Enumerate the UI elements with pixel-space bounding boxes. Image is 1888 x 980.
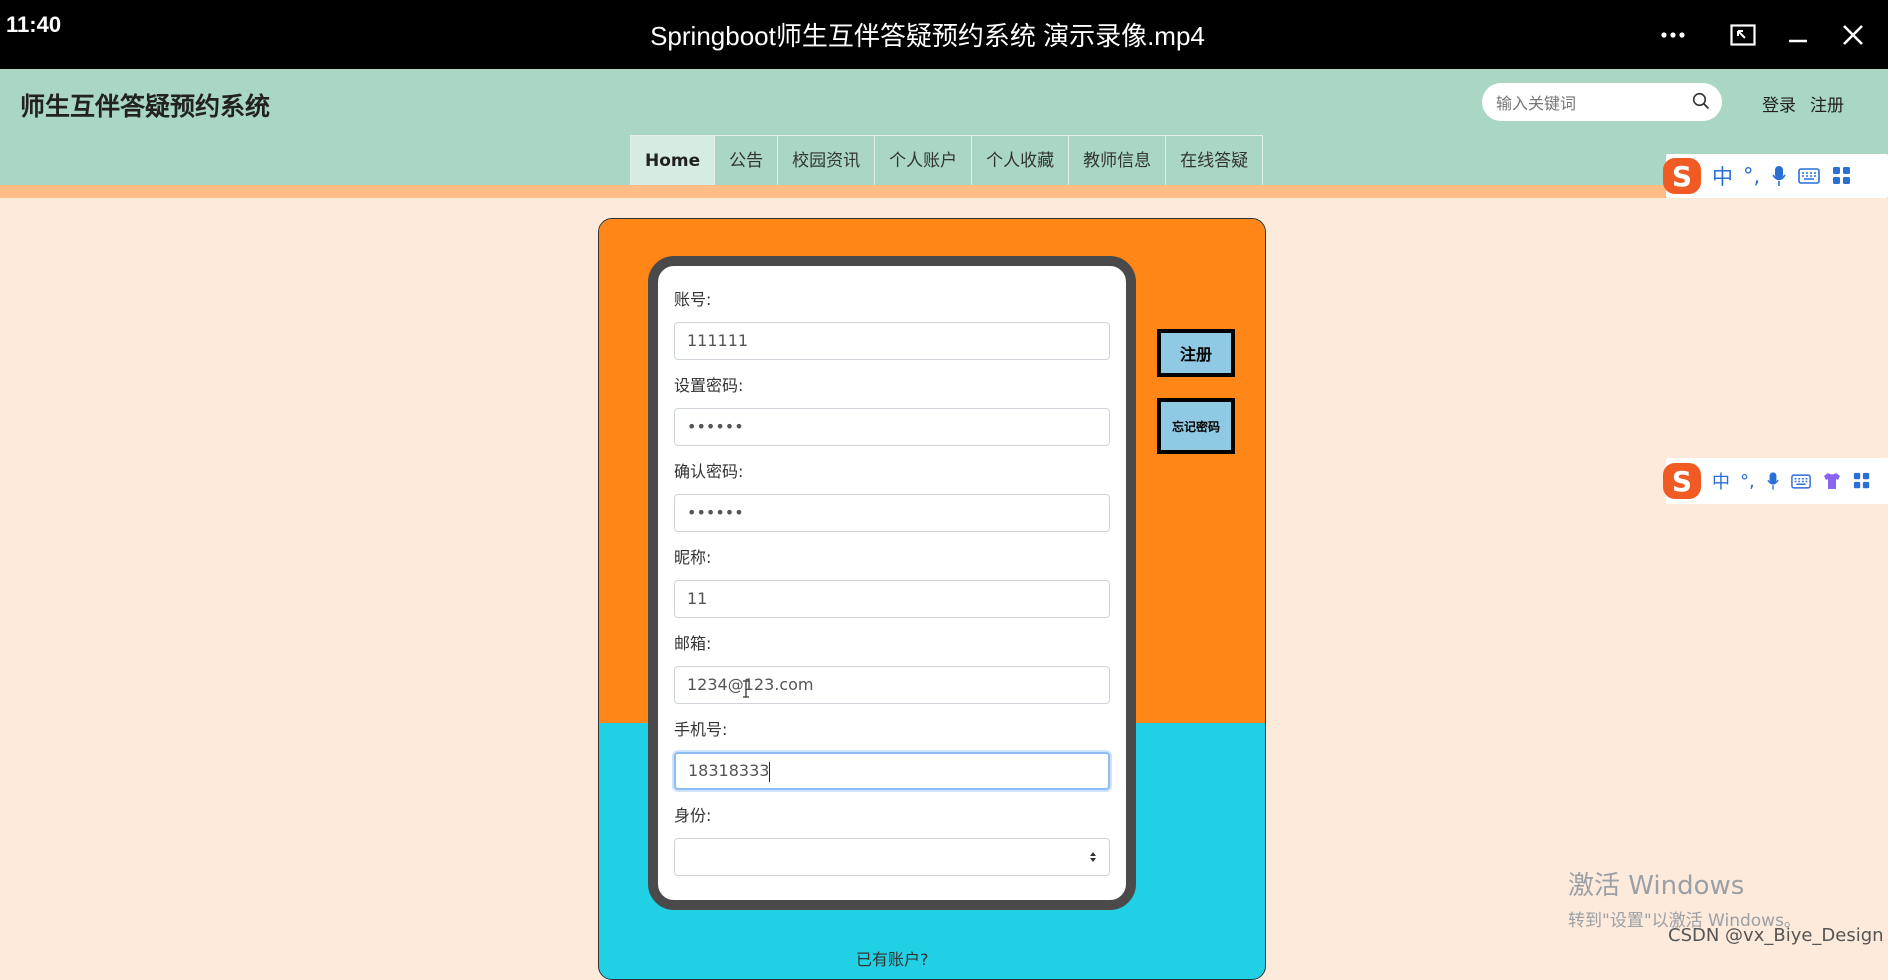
toolbox-icon[interactable]: [1832, 166, 1852, 186]
identity-label: 身份:: [674, 806, 712, 825]
skin-icon[interactable]: [1823, 472, 1841, 490]
login-link[interactable]: 登录: [1762, 91, 1796, 116]
ime-toolbar[interactable]: S 中 °,: [1663, 154, 1888, 198]
ime-punct-mode[interactable]: °,: [1743, 164, 1760, 188]
ime-chinese-mode[interactable]: 中: [1712, 468, 1730, 494]
text-cursor-icon: [743, 680, 749, 698]
nickname-label: 昵称:: [674, 548, 712, 567]
ime-punct-mode[interactable]: °,: [1740, 471, 1755, 492]
phone-group: 手机号: 18318333: [674, 716, 1110, 790]
search-box[interactable]: [1482, 83, 1722, 121]
confirm-password-label: 确认密码:: [674, 462, 744, 481]
password-group: 设置密码: ••••••: [674, 372, 1110, 446]
nav-item-personal-account[interactable]: 个人账户: [875, 136, 973, 186]
microphone-icon[interactable]: [1772, 165, 1786, 187]
svg-text:S: S: [1672, 160, 1692, 193]
toolbox-icon[interactable]: [1853, 472, 1871, 490]
nav-item-home[interactable]: Home: [631, 136, 716, 186]
email-group: 邮箱: 1234@123.com: [674, 630, 1110, 704]
search-input[interactable]: [1494, 90, 1688, 116]
phone-label: 手机号:: [674, 720, 728, 739]
have-account-link[interactable]: 已有账户?: [856, 946, 929, 970]
microphone-icon[interactable]: [1767, 471, 1779, 491]
account-group: 账号: 111111: [674, 286, 1110, 360]
window-title: Springboot师生互伴答疑预约系统 演示录像.mp4: [650, 21, 1205, 51]
phone-input[interactable]: 18318333: [674, 752, 1110, 790]
windows-activation-watermark: 激活 Windows 转到"设置"以激活 Windows。: [1568, 865, 1801, 931]
nav-item-online-qa[interactable]: 在线答疑: [1166, 136, 1263, 186]
nav-item-teacher-info[interactable]: 教师信息: [1069, 136, 1167, 186]
register-link[interactable]: 注册: [1810, 91, 1844, 116]
nav-item-favorites[interactable]: 个人收藏: [972, 136, 1070, 186]
search-icon[interactable]: [1692, 92, 1710, 114]
email-input[interactable]: 1234@123.com: [674, 666, 1110, 704]
text-caret: [769, 761, 771, 782]
phone-value: 18318333: [688, 761, 770, 780]
minimize-button[interactable]: [1773, 10, 1823, 60]
main-nav: Home 公告 校园资讯 个人账户 个人收藏 教师信息 在线答疑: [630, 135, 1264, 187]
minimize-icon: [1789, 39, 1807, 43]
player-title-bar: 11:40 Springboot师生互伴答疑预约系统 演示录像.mp4: [0, 0, 1888, 69]
password-input[interactable]: ••••••: [674, 408, 1110, 446]
nav-item-announcements[interactable]: 公告: [715, 136, 779, 186]
ime-chinese-mode[interactable]: 中: [1712, 161, 1733, 191]
select-arrows-icon: [1090, 852, 1096, 862]
site-header: 师生互伴答疑预约系统 登录 注册 Home 公告 校园资讯 个人账户 个人收藏 …: [0, 69, 1888, 187]
keyboard-icon[interactable]: [1798, 168, 1820, 184]
account-input[interactable]: 111111: [674, 322, 1110, 360]
confirm-password-input[interactable]: ••••••: [674, 494, 1110, 532]
picture-in-picture-button[interactable]: [1718, 10, 1768, 60]
sogou-logo-icon: S: [1663, 463, 1701, 499]
more-icon: [1661, 32, 1685, 38]
nickname-group: 昵称: 11: [674, 544, 1110, 618]
site-title: 师生互伴答疑预约系统: [20, 92, 271, 121]
sogou-logo-icon: S: [1663, 158, 1701, 194]
picture-in-picture-icon: [1730, 24, 1756, 46]
close-button[interactable]: [1828, 10, 1878, 60]
ime-toolbar-secondary[interactable]: S 中 °,: [1663, 458, 1888, 504]
forgot-password-button[interactable]: 忘记密码: [1157, 398, 1235, 454]
keyboard-icon[interactable]: [1790, 473, 1811, 489]
side-register-button[interactable]: 注册: [1157, 329, 1235, 377]
nav-item-campus-news[interactable]: 校园资讯: [778, 136, 876, 186]
confirm-password-group: 确认密码: ••••••: [674, 458, 1110, 532]
nickname-input[interactable]: 11: [674, 580, 1110, 618]
svg-text:S: S: [1672, 465, 1692, 498]
register-form: 账号: 111111 设置密码: •••••• 确认密码: •••••• 昵称:…: [648, 256, 1136, 910]
watermark-line1: 激活 Windows: [1568, 871, 1745, 901]
identity-select[interactable]: [674, 838, 1110, 876]
account-label: 账号:: [674, 290, 712, 309]
email-label: 邮箱:: [674, 634, 712, 653]
csdn-watermark: CSDN @vx_Biye_Design: [1668, 925, 1884, 946]
header-stripe: [0, 185, 1888, 198]
close-icon: [1843, 25, 1863, 45]
password-label: 设置密码:: [674, 376, 744, 395]
more-options-button[interactable]: [1648, 10, 1698, 60]
identity-group: 身份:: [674, 802, 1110, 876]
